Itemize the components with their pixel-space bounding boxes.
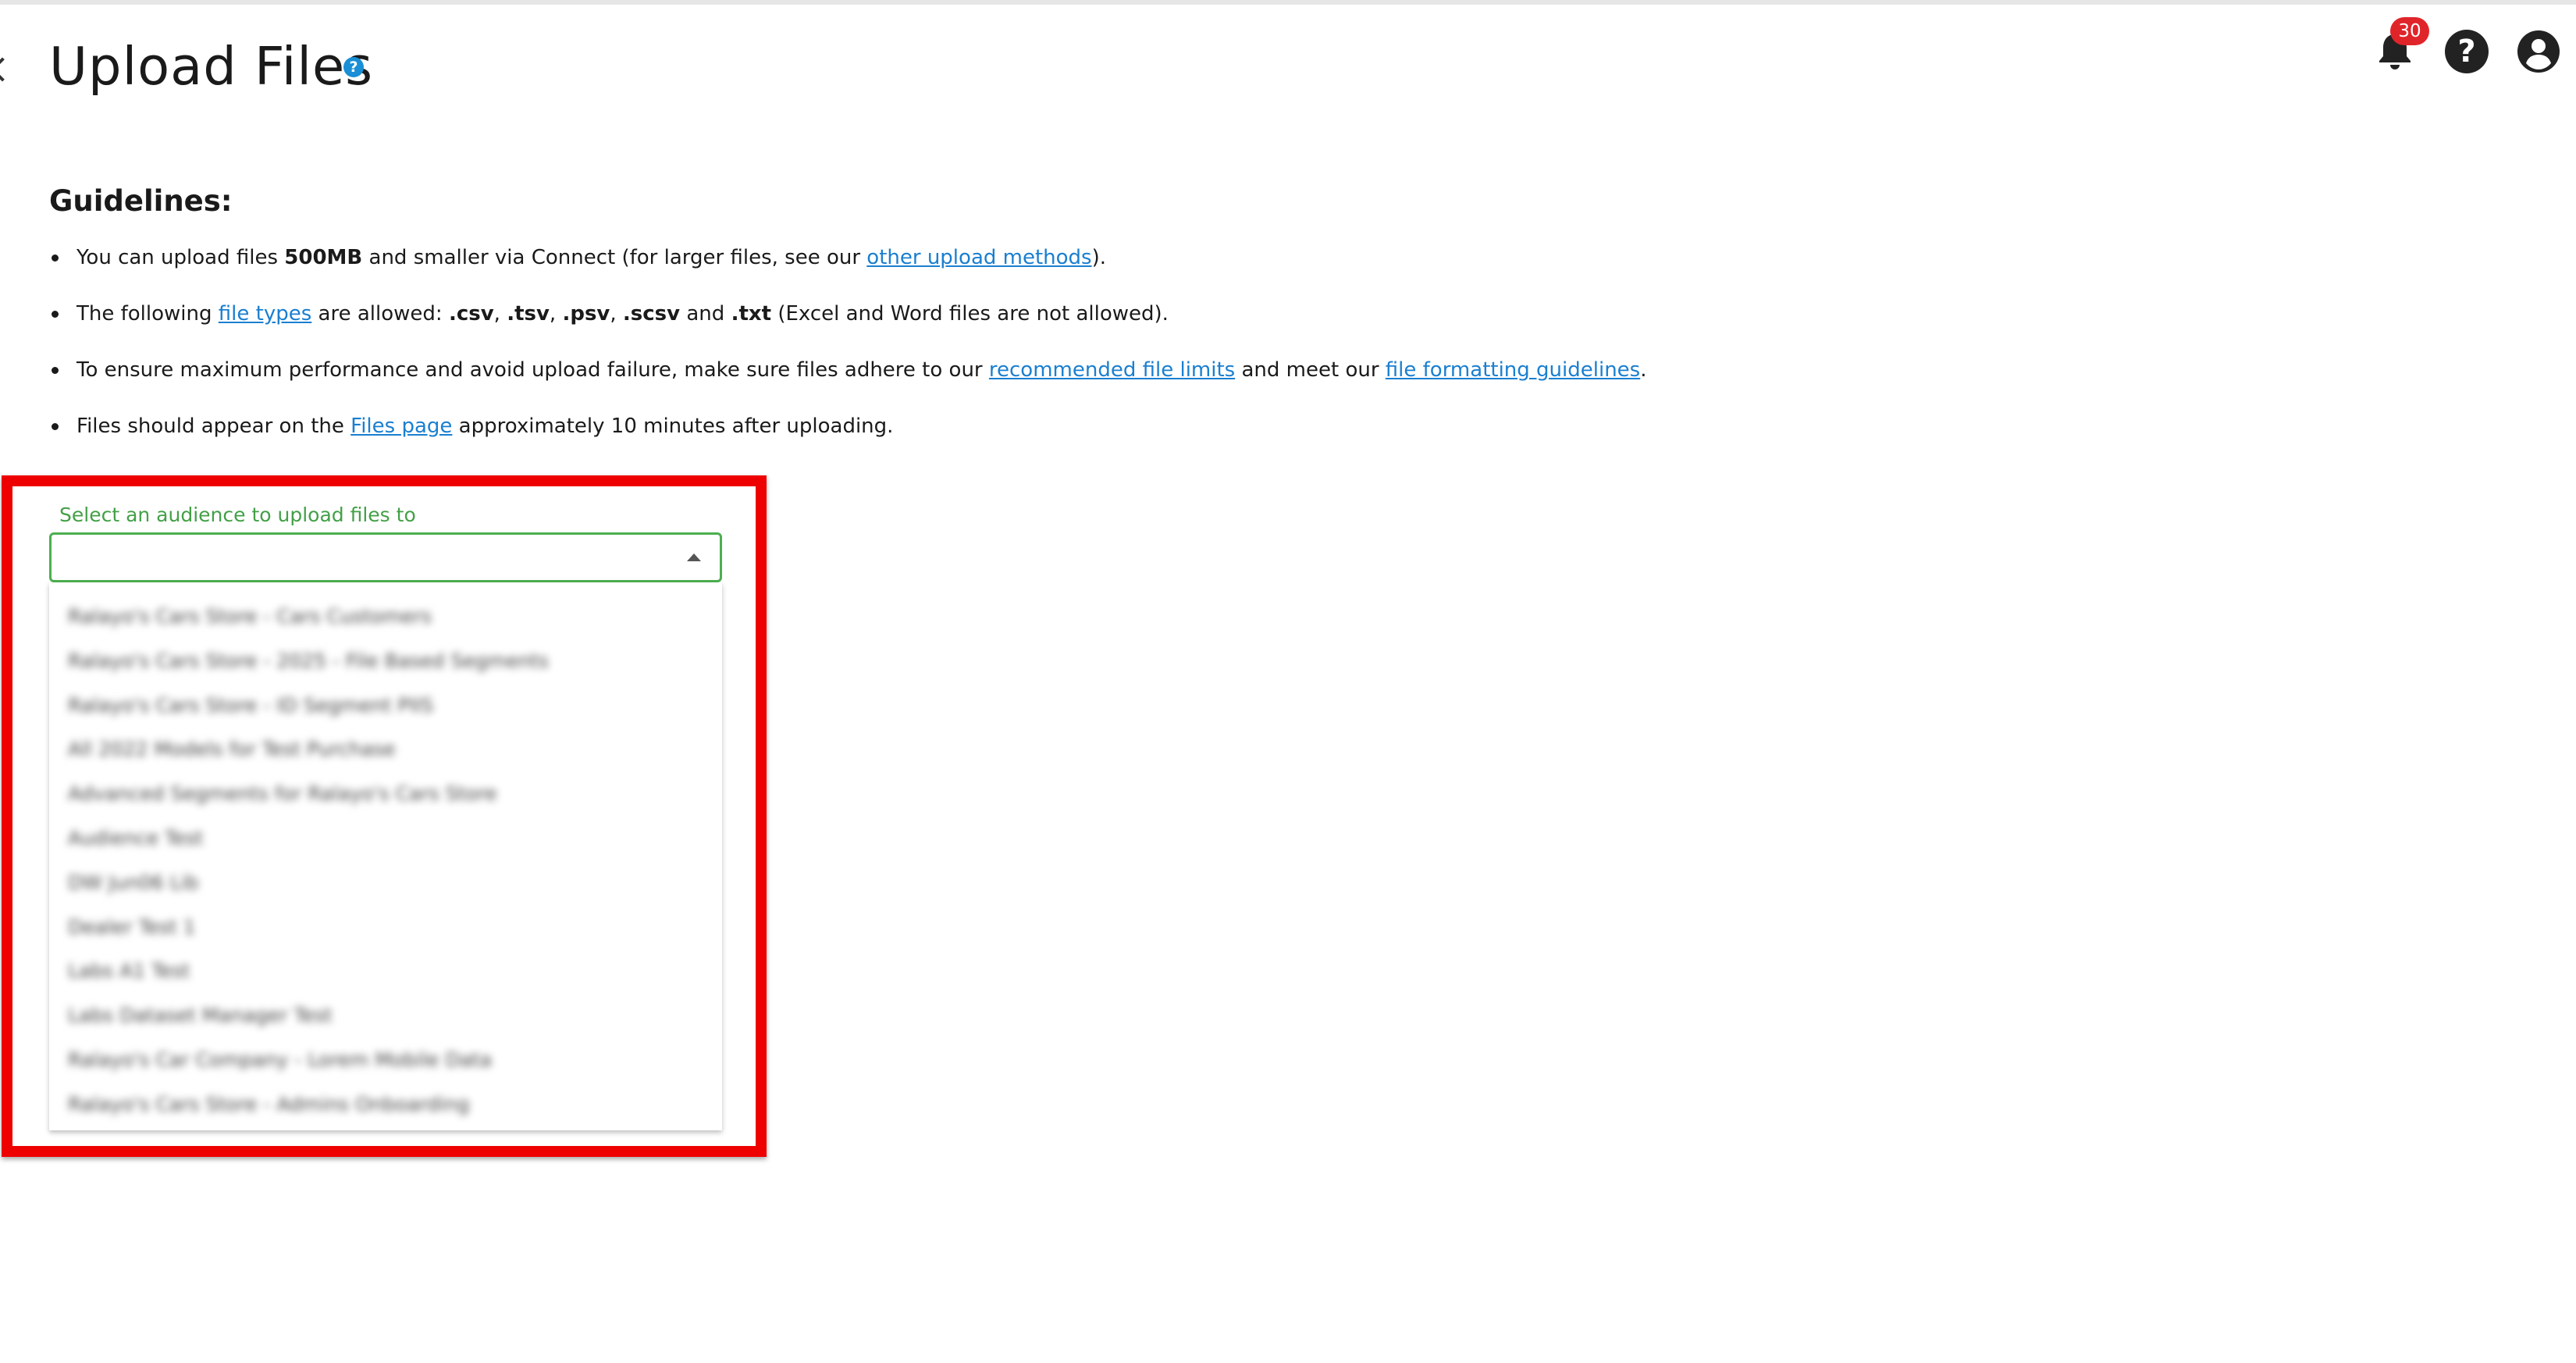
audience-option[interactable]: Ralayo's Cars Store - Admins Onboarding xyxy=(49,1083,722,1127)
guideline-item: To ensure maximum performance and avoid … xyxy=(49,354,1647,411)
files-page-link[interactable]: Files page xyxy=(350,415,452,438)
page-title: Upload Files xyxy=(49,36,374,97)
audience-option[interactable]: Audience Test xyxy=(49,817,722,861)
guideline-item: You can upload files 500MB and smaller v… xyxy=(49,242,1647,298)
notification-badge: 30 xyxy=(2390,17,2429,45)
bell-icon[interactable]: 30 xyxy=(2373,17,2429,73)
audience-option[interactable]: Dealer Test 1 xyxy=(49,906,722,950)
guidelines-list: You can upload files 500MB and smaller v… xyxy=(49,242,1647,467)
header-icons: 30 ? xyxy=(2373,17,2576,73)
recommended-file-limits-link[interactable]: recommended file limits xyxy=(989,358,1235,382)
audience-select-label: Select an audience to upload files to xyxy=(59,504,416,526)
file-types-link[interactable]: file types xyxy=(219,302,312,326)
file-formatting-guidelines-link[interactable]: file formatting guidelines xyxy=(1386,358,1640,382)
audience-option[interactable]: Ralayo's Cars Store - 2025 - File Based … xyxy=(49,639,722,684)
top-border xyxy=(0,0,2576,5)
help-circle-icon[interactable]: ? xyxy=(2445,30,2489,73)
audience-dropdown-menu: Ralayo's Cars Store - Cars Customers Ral… xyxy=(49,582,722,1130)
audience-option[interactable]: Labs Dataset Manager Test xyxy=(49,994,722,1038)
audience-option[interactable]: Ralayo's Cars Store - ID Segment PIIS xyxy=(49,684,722,728)
audience-option[interactable]: Labs A1 Test xyxy=(49,949,722,994)
guideline-item: The following file types are allowed: .c… xyxy=(49,298,1647,354)
back-chevron-icon[interactable] xyxy=(0,57,15,82)
account-circle-icon[interactable] xyxy=(2517,30,2560,73)
other-upload-methods-link[interactable]: other upload methods xyxy=(866,246,1091,269)
audience-option[interactable]: Ralayo's Car Company - Lorem Mobile Data xyxy=(49,1038,722,1083)
audience-option[interactable]: DW Jun06 Lib xyxy=(49,861,722,906)
audience-option[interactable]: Advanced Segments for Ralayo's Cars Stor… xyxy=(49,772,722,817)
audience-option[interactable]: All 2022 Models for Test Purchase xyxy=(49,728,722,772)
caret-up-icon[interactable] xyxy=(687,553,701,561)
guidelines-heading: Guidelines: xyxy=(49,184,233,218)
audience-option[interactable]: Ralayo's Cars Store - Cars Customers xyxy=(49,595,722,639)
audience-select[interactable] xyxy=(49,532,722,582)
title-help-icon[interactable]: ? xyxy=(343,57,364,77)
guideline-item: Files should appear on the Files page ap… xyxy=(49,411,1647,467)
